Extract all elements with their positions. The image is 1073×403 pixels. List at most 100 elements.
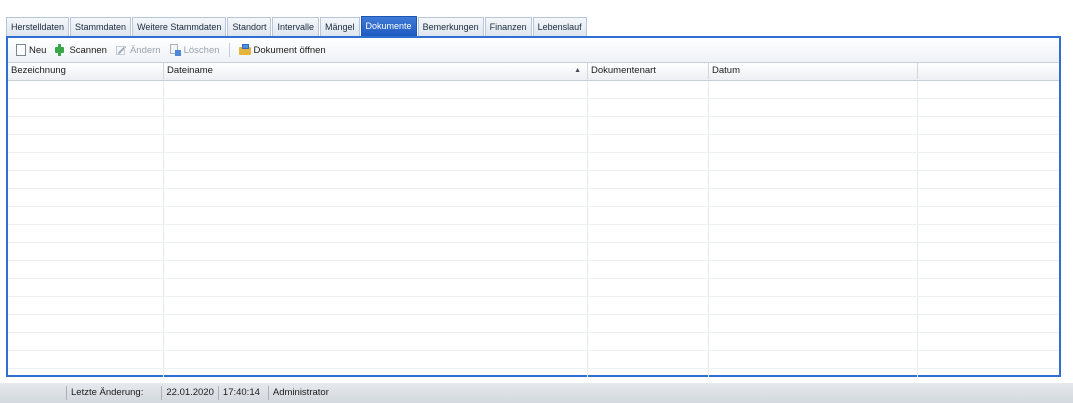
last-change-user: Administrator <box>267 386 333 400</box>
grid-cell <box>588 243 709 260</box>
grid-cell <box>8 351 164 368</box>
toolbar-separator <box>228 43 230 57</box>
grid-cell <box>8 99 164 116</box>
grid-cell <box>8 279 164 296</box>
grid-cell <box>8 243 164 260</box>
grid-cell <box>588 315 709 332</box>
delete-icon <box>169 44 181 56</box>
tab-stammdaten[interactable]: Stammdaten <box>70 17 132 36</box>
grid-cell <box>918 99 1059 116</box>
scan-button[interactable]: Scannen <box>50 41 111 59</box>
grid-cell <box>709 81 918 98</box>
grid-cell <box>918 261 1059 278</box>
grid-cell <box>8 297 164 314</box>
grid-cell <box>8 207 164 224</box>
empty-grid-row <box>8 225 1059 243</box>
grid-cell <box>918 135 1059 152</box>
grid-cell <box>709 369 918 377</box>
grid-cell <box>918 243 1059 260</box>
tab-finanzen[interactable]: Finanzen <box>484 17 532 36</box>
grid-cell <box>709 243 918 260</box>
tab-maengel[interactable]: Mängel <box>320 17 360 36</box>
empty-grid-row <box>8 369 1059 377</box>
grid-cell <box>164 135 588 152</box>
grid-cell <box>918 279 1059 296</box>
new-document-icon <box>16 44 26 56</box>
tab-herstelldaten[interactable]: Herstelldaten <box>6 17 70 36</box>
grid-cell <box>8 189 164 206</box>
grid-cell <box>918 117 1059 134</box>
empty-grid-row <box>8 243 1059 261</box>
grid-cell <box>709 225 918 242</box>
grid-cell <box>8 261 164 278</box>
column-header-filler <box>918 63 1059 79</box>
empty-grid-row <box>8 279 1059 297</box>
grid-cell <box>918 171 1059 188</box>
grid-cell <box>164 171 588 188</box>
tab-intervalle[interactable]: Intervalle <box>272 17 319 36</box>
grid-cell <box>709 261 918 278</box>
grid-cell <box>164 297 588 314</box>
empty-grid-row <box>8 297 1059 315</box>
grid-cell <box>588 333 709 350</box>
grid-cell <box>918 297 1059 314</box>
grid-cell <box>588 369 709 377</box>
grid-header: Bezeichnung Dateiname ▲ Dokumentenart Da… <box>8 62 1059 81</box>
grid-cell <box>918 81 1059 98</box>
last-change-label: Letzte Änderung: <box>66 386 147 400</box>
scan-button-label: Scannen <box>69 44 107 56</box>
grid-cell <box>588 135 709 152</box>
edit-button[interactable]: Ändern <box>111 41 165 59</box>
grid-cell <box>164 243 588 260</box>
open-document-icon <box>238 44 251 56</box>
edit-button-label: Ändern <box>129 44 161 56</box>
grid-cell <box>709 153 918 170</box>
column-header-datum[interactable]: Datum <box>709 63 918 79</box>
grid-cell <box>164 315 588 332</box>
grid-cell <box>164 99 588 116</box>
tab-standort[interactable]: Standort <box>227 17 272 36</box>
grid-cell <box>8 135 164 152</box>
tab-weitere-stammdaten[interactable]: Weitere Stammdaten <box>132 17 227 36</box>
empty-grid-row <box>8 81 1059 99</box>
grid-cell <box>709 135 918 152</box>
column-header-dokumentenart[interactable]: Dokumentenart <box>588 63 709 79</box>
empty-grid-row <box>8 153 1059 171</box>
new-button[interactable]: Neu <box>12 41 50 59</box>
grid-cell <box>8 153 164 170</box>
empty-grid-row <box>8 333 1059 351</box>
grid-cell <box>164 261 588 278</box>
tab-lebenslauf[interactable]: Lebenslauf <box>532 17 587 36</box>
tab-strip: Herstelldaten Stammdaten Weitere Stammda… <box>6 15 588 36</box>
grid-cell <box>588 81 709 98</box>
last-change-date: 22.01.2020 <box>161 386 218 400</box>
column-header-dateiname[interactable]: Dateiname ▲ <box>164 63 588 79</box>
grid-cell <box>8 333 164 350</box>
empty-grid-row <box>8 189 1059 207</box>
delete-button[interactable]: Löschen <box>165 41 224 59</box>
column-header-bezeichnung[interactable]: Bezeichnung <box>8 63 164 79</box>
grid-body[interactable] <box>8 81 1059 377</box>
grid-cell <box>709 171 918 188</box>
tab-dokumente[interactable]: Dokumente <box>360 16 417 36</box>
grid-cell <box>588 99 709 116</box>
tab-bemerkungen[interactable]: Bemerkungen <box>417 17 484 36</box>
grid-cell <box>588 297 709 314</box>
grid-cell <box>164 153 588 170</box>
new-button-label: Neu <box>29 44 47 56</box>
grid-cell <box>164 117 588 134</box>
grid-cell <box>918 189 1059 206</box>
column-header-dateiname-label: Dateiname <box>167 65 213 76</box>
grid-cell <box>709 279 918 296</box>
delete-button-label: Löschen <box>183 44 220 56</box>
grid-cell <box>709 207 918 224</box>
grid-cell <box>918 369 1059 377</box>
grid-cell <box>709 315 918 332</box>
grid-cell <box>709 333 918 350</box>
open-document-button[interactable]: Dokument öffnen <box>235 41 330 59</box>
grid-cell <box>918 153 1059 170</box>
empty-grid-row <box>8 207 1059 225</box>
grid-cell <box>164 333 588 350</box>
empty-grid-row <box>8 261 1059 279</box>
grid-cell <box>588 207 709 224</box>
